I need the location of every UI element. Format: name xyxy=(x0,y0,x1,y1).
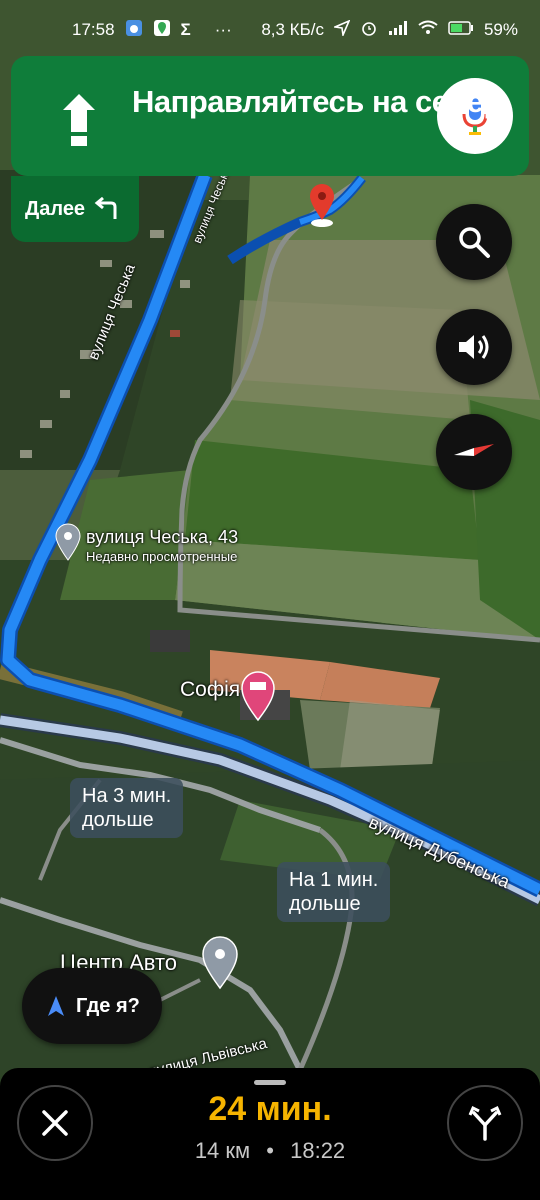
sound-button[interactable] xyxy=(436,309,512,385)
alt-route-bubble[interactable]: На 1 мин. дольше xyxy=(277,862,391,922)
route-fork-icon xyxy=(468,1105,502,1141)
straight-arrow-icon xyxy=(63,94,95,146)
destination-pin-icon[interactable] xyxy=(310,184,334,227)
search-icon xyxy=(459,227,490,258)
wifi-icon xyxy=(418,20,438,41)
hotel-label[interactable]: Софія xyxy=(180,678,240,702)
compass-button[interactable] xyxy=(436,414,512,490)
alternate-routes-button[interactable] xyxy=(447,1085,523,1161)
trip-distance: 14 км xyxy=(194,1138,251,1163)
drag-handle[interactable] xyxy=(254,1080,286,1085)
battery-percent: 59% xyxy=(483,20,518,39)
place-sublabel: Недавно просмотренные xyxy=(86,549,238,564)
volume-icon xyxy=(459,335,489,359)
search-button[interactable] xyxy=(436,204,512,280)
weather-icon xyxy=(125,19,143,42)
more-notifications-icon: ··· xyxy=(214,20,232,39)
battery-icon xyxy=(448,20,474,40)
then-label: Далее xyxy=(25,197,86,220)
navigation-arrow-icon xyxy=(48,996,64,1016)
where-am-i-label: Где я? xyxy=(76,994,140,1017)
arrival-time: 18:22 xyxy=(290,1138,346,1163)
status-bar: 17:58 Σ ··· 8,3 КБ/с 59% xyxy=(0,0,540,60)
navigation-screen: вулиця Чеська вулиця Чеська вулиця Чеськ… xyxy=(0,0,540,1200)
instruction-text: Направляйтесь на север xyxy=(132,84,502,119)
trip-summary-panel[interactable]: 24 мин. 14 км • 18:22 xyxy=(0,1068,540,1200)
maps-app-icon xyxy=(153,19,171,42)
location-arrow-icon xyxy=(332,18,351,41)
signal-icon xyxy=(388,20,408,41)
then-step-chip[interactable]: Далее xyxy=(11,176,139,242)
turn-left-icon xyxy=(94,197,117,219)
alt-route-bubble[interactable]: На 3 мин. дольше xyxy=(70,778,184,838)
network-speed: 8,3 КБ/с xyxy=(261,20,324,39)
separator: • xyxy=(266,1138,274,1163)
where-am-i-button[interactable]: Где я? xyxy=(22,968,162,1044)
place-label[interactable]: вулиця Чеська, 43 xyxy=(86,527,238,548)
compass-icon xyxy=(454,444,494,456)
sigma-icon: Σ xyxy=(180,20,191,39)
alarm-icon xyxy=(360,19,378,42)
status-time: 17:58 xyxy=(72,20,115,39)
